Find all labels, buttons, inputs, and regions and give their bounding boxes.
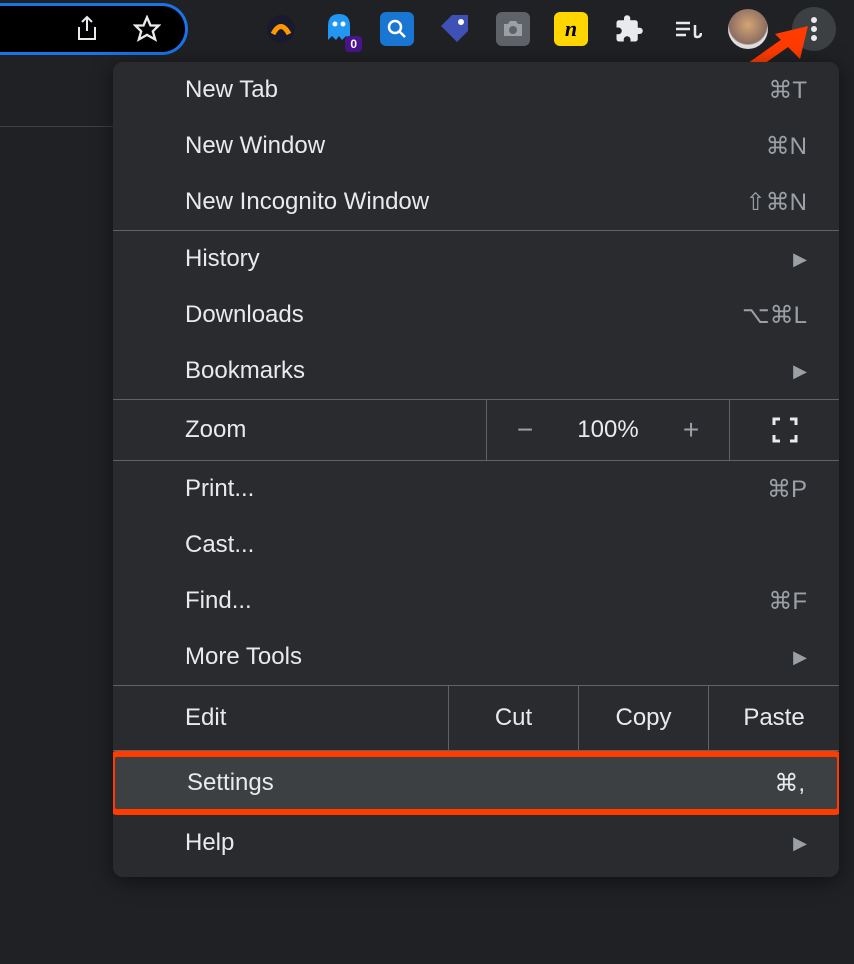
menu-help[interactable]: Help ▶ xyxy=(113,815,839,871)
edit-cut-button[interactable]: Cut xyxy=(449,686,579,750)
menu-label: New Tab xyxy=(185,76,768,104)
edit-label: Edit xyxy=(113,686,449,750)
menu-print[interactable]: Print... ⌘P xyxy=(113,461,839,517)
menu-cast[interactable]: Cast... xyxy=(113,517,839,573)
menu-new-tab[interactable]: New Tab ⌘T xyxy=(113,62,839,118)
omnibox-actions xyxy=(0,3,188,55)
menu-more-tools[interactable]: More Tools ▶ xyxy=(113,629,839,685)
chevron-right-icon: ▶ xyxy=(793,833,807,854)
bookmark-star-icon[interactable] xyxy=(131,13,163,45)
chevron-right-icon: ▶ xyxy=(793,361,807,382)
zoom-value: 100% xyxy=(563,400,653,460)
menu-label: Cast... xyxy=(185,531,807,559)
extension-similarweb-icon[interactable] xyxy=(264,12,298,46)
extension-ghost-icon[interactable]: 0 xyxy=(322,12,356,46)
extension-notion-icon[interactable]: n xyxy=(554,12,588,46)
more-menu-button[interactable] xyxy=(792,7,836,51)
menu-shortcut: ⌥⌘L xyxy=(742,301,807,330)
menu-label: Settings xyxy=(187,769,774,797)
menu-history[interactable]: History ▶ xyxy=(113,231,839,287)
menu-label: Print... xyxy=(185,475,767,503)
menu-label: Help xyxy=(185,829,793,857)
zoom-out-button[interactable]: − xyxy=(487,400,563,460)
browser-toolbar: 0 n xyxy=(0,0,854,58)
extensions-puzzle-icon[interactable] xyxy=(612,12,646,46)
menu-find[interactable]: Find... ⌘F xyxy=(113,573,839,629)
menu-shortcut: ⌘F xyxy=(768,587,807,616)
menu-shortcut: ⌘N xyxy=(766,132,807,161)
menu-new-incognito[interactable]: New Incognito Window ⇧⌘N xyxy=(113,174,839,230)
menu-label: Bookmarks xyxy=(185,357,793,385)
menu-label: Find... xyxy=(185,587,768,615)
extension-media-icon[interactable] xyxy=(670,12,704,46)
fullscreen-button[interactable] xyxy=(729,400,839,460)
edit-copy-button[interactable]: Copy xyxy=(579,686,709,750)
menu-shortcut: ⌘P xyxy=(767,475,807,504)
menu-new-window[interactable]: New Window ⌘N xyxy=(113,118,839,174)
extension-camera-icon[interactable] xyxy=(496,12,530,46)
menu-label: History xyxy=(185,245,793,273)
zoom-label: Zoom xyxy=(113,400,487,460)
menu-label: Downloads xyxy=(185,301,742,329)
menu-zoom-row: Zoom − 100% + xyxy=(113,400,839,460)
menu-edit-row: Edit Cut Copy Paste xyxy=(113,686,839,750)
chevron-right-icon: ▶ xyxy=(793,249,807,270)
menu-shortcut: ⌘, xyxy=(774,769,805,798)
menu-bookmarks[interactable]: Bookmarks ▶ xyxy=(113,343,839,399)
menu-label: New Incognito Window xyxy=(185,188,746,216)
zoom-in-button[interactable]: + xyxy=(653,400,729,460)
extension-tag-icon[interactable] xyxy=(438,12,472,46)
menu-shortcut: ⇧⌘N xyxy=(746,188,807,217)
edit-paste-button[interactable]: Paste xyxy=(709,686,839,750)
menu-downloads[interactable]: Downloads ⌥⌘L xyxy=(113,287,839,343)
browser-menu: New Tab ⌘T New Window ⌘N New Incognito W… xyxy=(113,62,839,877)
profile-avatar[interactable] xyxy=(728,9,768,49)
chevron-right-icon: ▶ xyxy=(793,647,807,668)
extension-badge: 0 xyxy=(345,36,362,52)
menu-label: More Tools xyxy=(185,643,793,671)
share-icon[interactable] xyxy=(71,13,103,45)
menu-settings[interactable]: Settings ⌘, xyxy=(113,751,839,815)
page-divider xyxy=(0,126,113,127)
menu-label: New Window xyxy=(185,132,766,160)
extension-search-icon[interactable] xyxy=(380,12,414,46)
menu-shortcut: ⌘T xyxy=(768,76,807,105)
